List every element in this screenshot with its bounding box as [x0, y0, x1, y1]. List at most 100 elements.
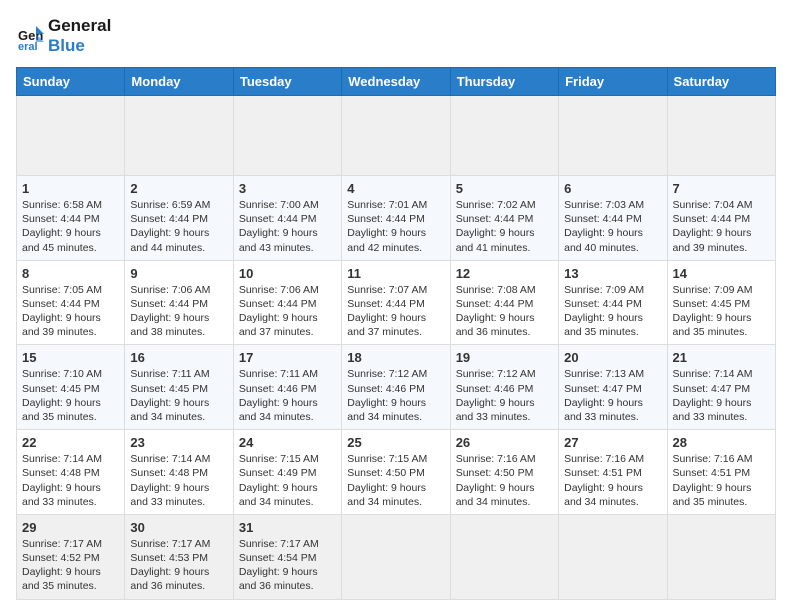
calendar-cell: [233, 96, 341, 176]
calendar-cell: 2 Sunrise: 6:59 AMSunset: 4:44 PMDaylight…: [125, 176, 233, 261]
calendar-header-row: SundayMondayTuesdayWednesdayThursdayFrid…: [17, 68, 776, 96]
day-info: Daylight: 9 hours: [239, 396, 336, 410]
day-number: 26: [456, 435, 553, 450]
day-info: and 35 minutes.: [564, 325, 661, 339]
column-header-wednesday: Wednesday: [342, 68, 450, 96]
day-info: Daylight: 9 hours: [456, 481, 553, 495]
day-info: and 38 minutes.: [130, 325, 227, 339]
calendar-week-row: 1Sunrise: 6:58 AMSunset: 4:44 PMDaylight…: [17, 176, 776, 261]
calendar-cell: 15Sunrise: 7:10 AMSunset: 4:45 PMDayligh…: [17, 345, 125, 430]
calendar-cell: [450, 514, 558, 599]
calendar-cell: 30Sunrise: 7:17 AMSunset: 4:53 PMDayligh…: [125, 514, 233, 599]
calendar-cell: 7Sunrise: 7:04 AMSunset: 4:44 PMDaylight…: [667, 176, 775, 261]
day-info: Sunrise: 7:08 AM: [456, 283, 553, 297]
day-info: and 34 minutes.: [239, 410, 336, 424]
calendar-cell: 16Sunrise: 7:11 AMSunset: 4:45 PMDayligh…: [125, 345, 233, 430]
calendar-cell: 21Sunrise: 7:14 AMSunset: 4:47 PMDayligh…: [667, 345, 775, 430]
calendar-week-row: [17, 96, 776, 176]
day-info: and 37 minutes.: [239, 325, 336, 339]
day-info: Daylight: 9 hours: [130, 481, 227, 495]
day-info: and 33 minutes.: [22, 495, 119, 509]
day-info: Sunset: 4:44 PM: [239, 297, 336, 311]
day-info: Sunrise: 6:59 AM: [130, 198, 227, 212]
logo-icon: Gen eral: [16, 22, 44, 50]
day-info: Daylight: 9 hours: [130, 226, 227, 240]
day-info: Sunrise: 7:17 AM: [130, 537, 227, 551]
calendar-cell: 5Sunrise: 7:02 AMSunset: 4:44 PMDaylight…: [450, 176, 558, 261]
day-info: Sunrise: 7:09 AM: [564, 283, 661, 297]
day-number: 6: [564, 181, 661, 196]
day-number: 8: [22, 266, 119, 281]
day-number: 2: [130, 181, 227, 196]
day-number: 17: [239, 350, 336, 365]
logo-blue: Blue: [48, 36, 111, 56]
day-info: Sunset: 4:52 PM: [22, 551, 119, 565]
day-info: Sunset: 4:44 PM: [22, 297, 119, 311]
day-info: Sunrise: 7:10 AM: [22, 367, 119, 381]
day-info: Sunrise: 7:14 AM: [130, 452, 227, 466]
column-header-monday: Monday: [125, 68, 233, 96]
day-info: Sunrise: 7:04 AM: [673, 198, 770, 212]
day-info: Sunset: 4:48 PM: [22, 466, 119, 480]
calendar-cell: 24Sunrise: 7:15 AMSunset: 4:49 PMDayligh…: [233, 430, 341, 515]
day-info: Daylight: 9 hours: [347, 481, 444, 495]
day-info: Daylight: 9 hours: [22, 565, 119, 579]
day-info: and 33 minutes.: [564, 410, 661, 424]
calendar-cell: 31Sunrise: 7:17 AMSunset: 4:54 PMDayligh…: [233, 514, 341, 599]
day-number: 4: [347, 181, 444, 196]
calendar-cell: 6 Sunrise: 7:03 AMSunset: 4:44 PMDaylight…: [559, 176, 667, 261]
day-info: and 35 minutes.: [673, 325, 770, 339]
day-number: 10: [239, 266, 336, 281]
day-info: and 43 minutes.: [239, 241, 336, 255]
day-info: and 42 minutes.: [347, 241, 444, 255]
day-info: Sunrise: 7:16 AM: [564, 452, 661, 466]
day-info: Sunset: 4:44 PM: [564, 212, 661, 226]
day-info: and 36 minutes.: [456, 325, 553, 339]
calendar-cell: 12Sunrise: 7:08 AMSunset: 4:44 PMDayligh…: [450, 260, 558, 345]
day-number: 12: [456, 266, 553, 281]
day-info: Daylight: 9 hours: [130, 565, 227, 579]
column-header-tuesday: Tuesday: [233, 68, 341, 96]
day-number: 1: [22, 181, 119, 196]
day-info: Sunrise: 7:07 AM: [347, 283, 444, 297]
calendar-cell: 8Sunrise: 7:05 AMSunset: 4:44 PMDaylight…: [17, 260, 125, 345]
calendar-cell: [125, 96, 233, 176]
page-header: Gen eral General Blue: [16, 16, 776, 55]
day-info: and 44 minutes.: [130, 241, 227, 255]
day-info: Sunset: 4:50 PM: [347, 466, 444, 480]
day-number: 13: [564, 266, 661, 281]
day-info: Daylight: 9 hours: [239, 565, 336, 579]
day-info: Sunrise: 7:12 AM: [456, 367, 553, 381]
day-info: Daylight: 9 hours: [239, 226, 336, 240]
day-number: 9: [130, 266, 227, 281]
calendar-week-row: 8Sunrise: 7:05 AMSunset: 4:44 PMDaylight…: [17, 260, 776, 345]
day-number: 21: [673, 350, 770, 365]
day-info: Sunrise: 7:14 AM: [22, 452, 119, 466]
calendar-cell: 14Sunrise: 7:09 AMSunset: 4:45 PMDayligh…: [667, 260, 775, 345]
day-info: Daylight: 9 hours: [564, 226, 661, 240]
calendar-week-row: 29Sunrise: 7:17 AMSunset: 4:52 PMDayligh…: [17, 514, 776, 599]
calendar-cell: 1Sunrise: 6:58 AMSunset: 4:44 PMDaylight…: [17, 176, 125, 261]
day-info: Sunrise: 7:15 AM: [239, 452, 336, 466]
calendar-cell: 9Sunrise: 7:06 AMSunset: 4:44 PMDaylight…: [125, 260, 233, 345]
day-info: Sunset: 4:50 PM: [456, 466, 553, 480]
day-info: Sunrise: 7:09 AM: [673, 283, 770, 297]
day-info: Daylight: 9 hours: [130, 311, 227, 325]
calendar-week-row: 15Sunrise: 7:10 AMSunset: 4:45 PMDayligh…: [17, 345, 776, 430]
day-info: and 40 minutes.: [564, 241, 661, 255]
day-info: Daylight: 9 hours: [673, 396, 770, 410]
day-info: and 33 minutes.: [456, 410, 553, 424]
day-info: Daylight: 9 hours: [22, 311, 119, 325]
day-info: Sunset: 4:46 PM: [239, 382, 336, 396]
day-info: Sunset: 4:44 PM: [130, 212, 227, 226]
day-number: 19: [456, 350, 553, 365]
day-info: Daylight: 9 hours: [564, 481, 661, 495]
day-number: 16: [130, 350, 227, 365]
day-info: and 34 minutes.: [239, 495, 336, 509]
day-info: Sunset: 4:46 PM: [347, 382, 444, 396]
day-info: Daylight: 9 hours: [347, 396, 444, 410]
calendar-table: SundayMondayTuesdayWednesdayThursdayFrid…: [16, 67, 776, 599]
day-info: Sunset: 4:49 PM: [239, 466, 336, 480]
day-info: Sunrise: 7:03 AM: [564, 198, 661, 212]
day-info: Sunrise: 7:11 AM: [130, 367, 227, 381]
